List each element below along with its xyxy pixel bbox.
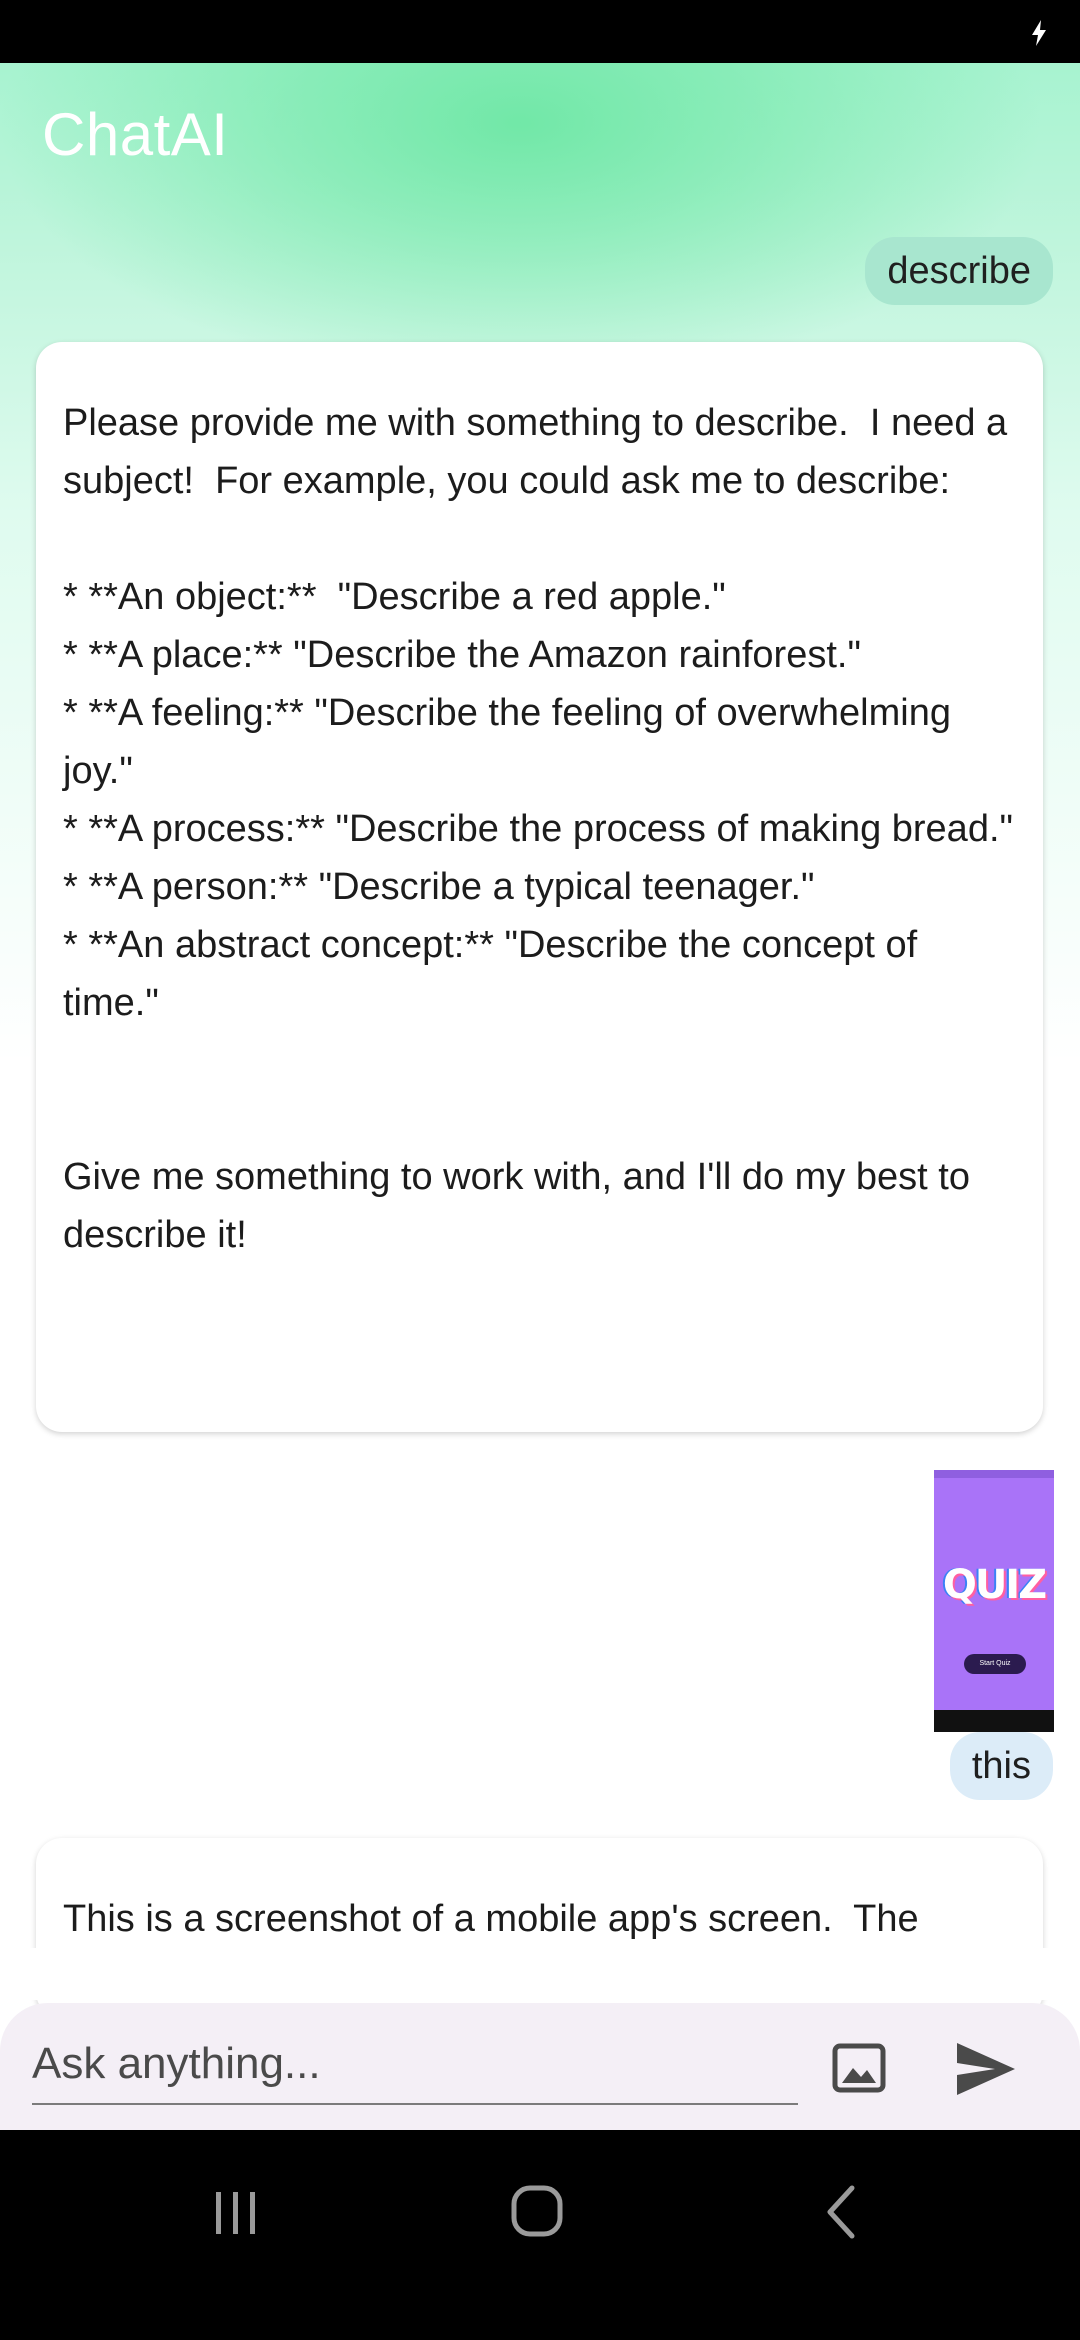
status-bar — [0, 0, 1080, 63]
chat-list-edge — [0, 1948, 1080, 2000]
back-icon[interactable] — [800, 2172, 880, 2252]
ai-response-card: Please provide me with something to desc… — [36, 342, 1043, 1432]
home-icon[interactable] — [498, 2172, 578, 2252]
app-title: ChatAI — [42, 101, 229, 168]
recents-icon[interactable] — [196, 2172, 276, 2252]
thumbnail-start-button: Start Quiz — [964, 1654, 1026, 1674]
charging-icon — [1032, 20, 1046, 46]
thumbnail-quiz-title: QUIZ — [942, 1562, 1047, 1608]
image-icon[interactable] — [832, 2043, 886, 2093]
chat-screen: ChatAI describe Please provide me with s… — [0, 0, 1080, 2340]
user-message-bubble: describe — [865, 237, 1053, 305]
input-bar — [0, 2003, 1080, 2130]
thumbnail-status-bar — [934, 1470, 1054, 1478]
message-input-field[interactable] — [32, 2029, 798, 2105]
user-message-bubble: this — [949, 1732, 1053, 1800]
system-nav-bar — [0, 2130, 1080, 2340]
attached-image-thumbnail[interactable]: QUIZ Start Quiz — [934, 1470, 1054, 1732]
thumbnail-nav-bar — [934, 1710, 1054, 1732]
send-icon[interactable] — [955, 2041, 1017, 2097]
message-input[interactable] — [32, 2029, 798, 2099]
